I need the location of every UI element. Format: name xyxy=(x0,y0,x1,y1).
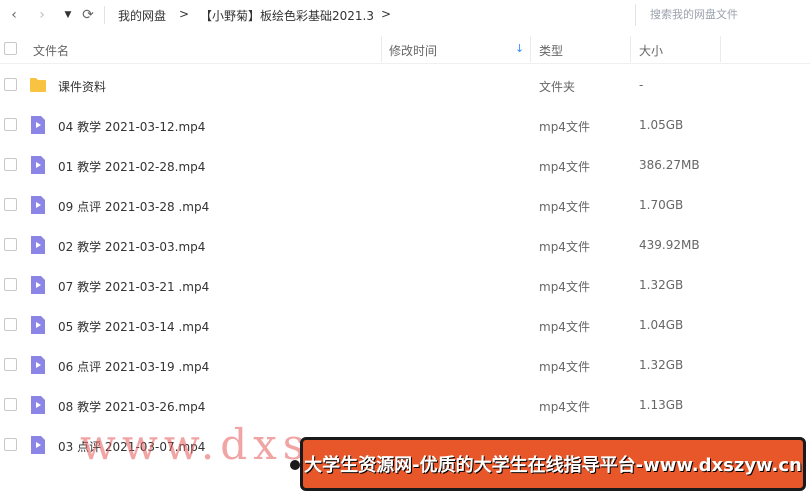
video-file-icon xyxy=(31,236,45,254)
file-row-checkbox[interactable] xyxy=(4,198,17,211)
forward-arrow-icon[interactable]: › xyxy=(32,5,52,25)
file-type: mp4文件 xyxy=(539,280,590,294)
video-file-icon xyxy=(31,156,45,174)
file-size: - xyxy=(639,78,644,92)
watermark-dot xyxy=(290,460,300,470)
watermark-banner: 大学生资源网-优质的大学生在线指导平台-www.dxszyw.cn xyxy=(300,437,806,491)
file-row-checkbox[interactable] xyxy=(4,278,17,291)
breadcrumb-my-drive[interactable]: 我的网盘 xyxy=(118,7,166,24)
file-name[interactable]: 01 教学 2021-02-28.mp4 xyxy=(58,158,205,175)
file-list-header: 文件名 修改时间 ↓ 类型 大小 xyxy=(0,34,810,64)
file-size: 1.05GB xyxy=(639,118,684,132)
breadcrumb-expand-icon[interactable]: > xyxy=(381,7,391,21)
video-file-icon xyxy=(31,356,45,374)
file-name[interactable]: 07 教学 2021-03-21 .mp4 xyxy=(58,278,209,295)
back-arrow-icon[interactable]: ‹ xyxy=(4,5,24,25)
column-divider[interactable] xyxy=(720,36,721,62)
top-navigation-bar: ‹ › ▼ ⟳ 我的网盘 > 【小野菊】板绘色彩基础2021.3 > 搜索我的网… xyxy=(0,0,810,30)
search-input[interactable]: 搜索我的网盘文件 xyxy=(635,4,805,26)
file-row[interactable]: 01 教学 2021-02-28.mp4 mp4文件 386.27MB xyxy=(0,145,810,185)
file-row-checkbox[interactable] xyxy=(4,318,17,331)
file-type: mp4文件 xyxy=(539,320,590,334)
file-type: mp4文件 xyxy=(539,240,590,254)
file-name[interactable]: 08 教学 2021-03-26.mp4 xyxy=(58,398,205,415)
file-name[interactable]: 04 教学 2021-03-12.mp4 xyxy=(58,118,205,135)
file-row-checkbox[interactable] xyxy=(4,398,17,411)
file-row[interactable]: 课件资料 文件夹 - xyxy=(0,65,810,105)
file-row[interactable]: 05 教学 2021-03-14 .mp4 mp4文件 1.04GB xyxy=(0,305,810,345)
file-name[interactable]: 06 点评 2021-03-19 .mp4 xyxy=(58,358,209,375)
file-row-checkbox[interactable] xyxy=(4,78,17,91)
column-divider[interactable] xyxy=(530,36,531,62)
file-row[interactable]: 06 点评 2021-03-19 .mp4 mp4文件 1.32GB xyxy=(0,345,810,385)
video-file-icon xyxy=(31,116,45,134)
column-divider[interactable] xyxy=(630,36,631,62)
file-row-checkbox[interactable] xyxy=(4,358,17,371)
video-file-icon xyxy=(31,436,45,454)
file-name[interactable]: 05 教学 2021-03-14 .mp4 xyxy=(58,318,209,335)
nav-divider xyxy=(104,6,105,24)
file-row[interactable]: 08 教学 2021-03-26.mp4 mp4文件 1.13GB xyxy=(0,385,810,425)
file-type: 文件夹 xyxy=(539,80,576,94)
file-name[interactable]: 09 点评 2021-03-28 .mp4 xyxy=(58,198,209,215)
file-row[interactable]: 04 教学 2021-03-12.mp4 mp4文件 1.05GB xyxy=(0,105,810,145)
video-file-icon xyxy=(31,396,45,414)
column-header-name[interactable]: 文件名 xyxy=(33,42,69,59)
video-file-icon xyxy=(31,316,45,334)
file-size: 1.32GB xyxy=(639,278,684,292)
folder-icon xyxy=(30,78,46,92)
file-size: 439.92MB xyxy=(639,238,700,252)
file-size: 1.70GB xyxy=(639,198,684,212)
column-header-modified[interactable]: 修改时间 xyxy=(389,42,437,59)
file-row-checkbox[interactable] xyxy=(4,238,17,251)
file-type: mp4文件 xyxy=(539,360,590,374)
file-row-checkbox[interactable] xyxy=(4,118,17,131)
file-row-checkbox[interactable] xyxy=(4,438,17,451)
column-divider[interactable] xyxy=(381,36,382,62)
history-dropdown-icon[interactable]: ▼ xyxy=(58,5,78,25)
file-name[interactable]: 02 教学 2021-03-03.mp4 xyxy=(58,238,205,255)
sort-descending-icon[interactable]: ↓ xyxy=(515,42,524,55)
watermark-banner-label: 大学生资源网-优质的大学生在线指导平台-www.dxszyw.cn xyxy=(304,455,802,476)
select-all-checkbox[interactable] xyxy=(4,42,17,55)
file-type: mp4文件 xyxy=(539,120,590,134)
file-size: 1.04GB xyxy=(639,318,684,332)
column-header-size[interactable]: 大小 xyxy=(639,42,663,59)
video-file-icon xyxy=(31,276,45,294)
file-size: 386.27MB xyxy=(639,158,700,172)
column-header-type[interactable]: 类型 xyxy=(539,42,563,59)
file-row[interactable]: 02 教学 2021-03-03.mp4 mp4文件 439.92MB xyxy=(0,225,810,265)
file-row[interactable]: 09 点评 2021-03-28 .mp4 mp4文件 1.70GB xyxy=(0,185,810,225)
file-size: 1.13GB xyxy=(639,398,684,412)
file-name[interactable]: 课件资料 xyxy=(58,78,106,95)
file-type: mp4文件 xyxy=(539,400,590,414)
file-type: mp4文件 xyxy=(539,200,590,214)
file-row-checkbox[interactable] xyxy=(4,158,17,171)
breadcrumb-current-folder[interactable]: 【小野菊】板绘色彩基础2021.3 xyxy=(200,7,374,24)
file-type: mp4文件 xyxy=(539,160,590,174)
breadcrumb-separator-icon: > xyxy=(179,7,190,21)
refresh-icon[interactable]: ⟳ xyxy=(78,5,98,25)
file-row[interactable]: 07 教学 2021-03-21 .mp4 mp4文件 1.32GB xyxy=(0,265,810,305)
file-size: 1.32GB xyxy=(639,358,684,372)
video-file-icon xyxy=(31,196,45,214)
